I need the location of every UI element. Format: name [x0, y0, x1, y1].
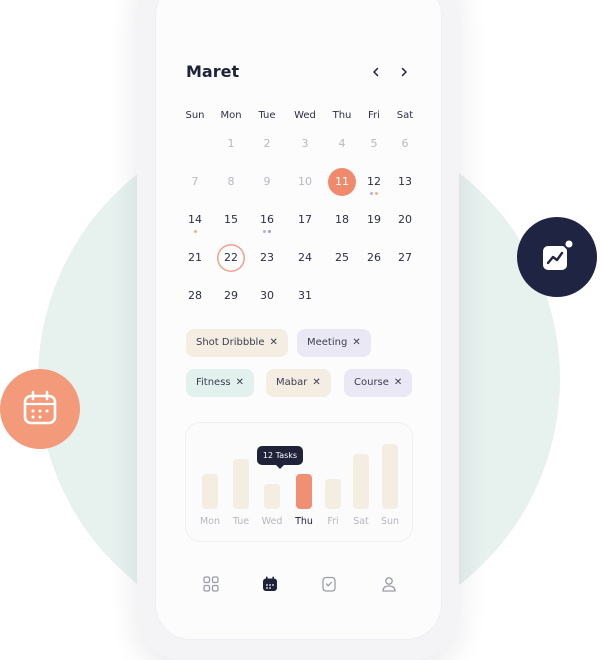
chart-bar-sun[interactable]: [382, 444, 398, 509]
calendar-icon[interactable]: [261, 575, 279, 593]
profile-icon[interactable]: [380, 575, 398, 593]
calendar-day-11[interactable]: 11: [328, 168, 356, 196]
event-dot: [263, 230, 266, 233]
calendar-day-26[interactable]: 26: [360, 244, 388, 272]
calendar-day-23[interactable]: 23: [253, 244, 281, 272]
chart-bar-sat[interactable]: [353, 454, 369, 509]
calendar-badge[interactable]: [0, 369, 80, 449]
phone-screen: [155, 0, 442, 640]
calendar-day-13[interactable]: 13: [391, 168, 419, 196]
tag-label: Fitness: [196, 377, 231, 388]
close-icon[interactable]: ✕: [312, 377, 320, 388]
chart-bar-mon[interactable]: [202, 474, 218, 509]
calendar-day-20[interactable]: 20: [391, 206, 419, 234]
weekday-mon: Mon: [220, 110, 242, 121]
close-icon[interactable]: ✕: [394, 377, 402, 388]
calendar-day-29[interactable]: 29: [217, 282, 245, 310]
close-icon[interactable]: ✕: [236, 377, 244, 388]
calendar-day-19[interactable]: 19: [360, 206, 388, 234]
notes-icon[interactable]: [320, 575, 338, 593]
calendar-day-25[interactable]: 25: [328, 244, 356, 272]
tag-chip[interactable]: Fitness ✕: [186, 369, 255, 397]
tag-chip[interactable]: Mabar ✕: [266, 369, 331, 397]
calendar-day-30[interactable]: 30: [253, 282, 281, 310]
chart-bar-thu[interactable]: [296, 474, 312, 509]
month-title: Maret: [186, 62, 240, 81]
calendar-day-15[interactable]: 15: [217, 206, 245, 234]
calendar-day-17[interactable]: 17: [291, 206, 319, 234]
calendar-day-24[interactable]: 24: [291, 244, 319, 272]
chart-label-wed: Wed: [261, 516, 283, 527]
tag-label: Meeting: [307, 337, 348, 348]
tag-label: Course: [354, 377, 389, 388]
weekday-sat: Sat: [396, 110, 414, 121]
weekday-tue: Tue: [258, 110, 276, 121]
calendar-day-2[interactable]: 2: [253, 130, 281, 158]
close-icon[interactable]: ✕: [352, 337, 360, 348]
calendar-day-16[interactable]: 16: [253, 206, 281, 234]
tag-chip[interactable]: Course ✕: [344, 369, 413, 397]
chart-bar-tue[interactable]: [233, 459, 249, 509]
calendar-day-12[interactable]: 12: [360, 168, 388, 196]
calendar-day-21[interactable]: 21: [181, 244, 209, 272]
tag-chip[interactable]: Meeting ✕: [297, 329, 371, 357]
calendar-day-28[interactable]: 28: [181, 282, 209, 310]
calendar-day-31[interactable]: 31: [291, 282, 319, 310]
tag-label: Mabar: [276, 377, 308, 388]
calendar-day-5[interactable]: 5: [360, 130, 388, 158]
grid-icon[interactable]: [202, 575, 220, 593]
calendar-day-1[interactable]: 1: [217, 130, 245, 158]
chart-bar-wed[interactable]: [264, 484, 280, 509]
chart-badge[interactable]: [517, 217, 597, 297]
tag-label: Shot Dribbble: [196, 337, 265, 348]
trending-chart-icon: [543, 238, 575, 270]
calendar-day-27[interactable]: 27: [391, 244, 419, 272]
calendar-day-3[interactable]: 3: [291, 130, 319, 158]
chart-bar-fri[interactable]: [325, 479, 341, 509]
weekday-thu: Thu: [332, 110, 352, 121]
weekday-wed: Wed: [294, 110, 316, 121]
calendar-day-8[interactable]: 8: [217, 168, 245, 196]
calendar-day-4[interactable]: 4: [328, 130, 356, 158]
calendar-day-9[interactable]: 9: [253, 168, 281, 196]
calendar-day-6[interactable]: 6: [391, 130, 419, 158]
calendar-day-7[interactable]: 7: [181, 168, 209, 196]
chevron-left-icon[interactable]: [368, 64, 384, 82]
calendar-day-18[interactable]: 18: [328, 206, 356, 234]
calendar-day-22[interactable]: 22: [217, 244, 245, 272]
chart-label-sun: Sun: [380, 516, 400, 527]
close-icon[interactable]: ✕: [269, 337, 277, 348]
event-dot: [268, 230, 271, 233]
event-dot: [375, 192, 378, 195]
event-dot: [370, 192, 373, 195]
weekday-sun: Sun: [185, 110, 205, 121]
calendar-day-10[interactable]: 10: [291, 168, 319, 196]
tasks-tooltip: 12 Tasks: [257, 446, 303, 469]
event-dot: [193, 230, 197, 233]
chevron-right-icon[interactable]: [396, 64, 412, 82]
tag-chip[interactable]: Shot Dribbble ✕: [186, 329, 288, 357]
calendar-icon: [23, 390, 57, 425]
